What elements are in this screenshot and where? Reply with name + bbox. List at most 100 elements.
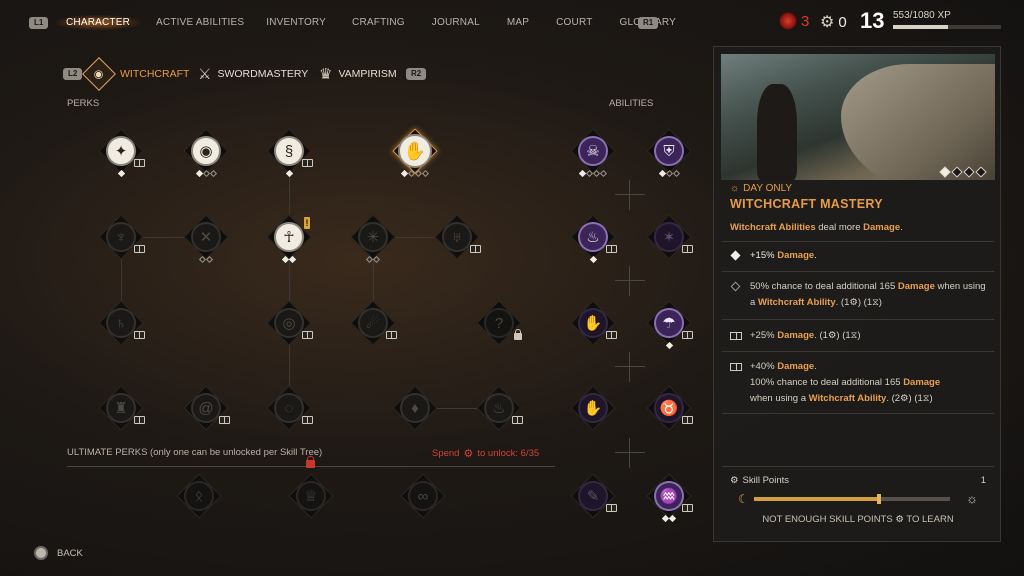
tab-map[interactable]: MAP xyxy=(507,15,529,30)
perk-node[interactable]: ♜ xyxy=(98,385,145,431)
hourglass-marker-icon xyxy=(877,494,882,504)
ability-node[interactable]: ♨ xyxy=(570,214,617,264)
ultimate-perk-node[interactable]: ᛟ xyxy=(176,473,222,519)
abilities-heading: ABILITIES xyxy=(609,98,654,109)
book-icon xyxy=(302,159,313,167)
perk-node[interactable]: ☥ ! xyxy=(266,214,312,264)
perk-node[interactable]: ◎ xyxy=(266,300,313,346)
tab-inventory[interactable]: INVENTORY xyxy=(266,15,326,30)
cross-divider xyxy=(615,180,645,210)
cross-divider xyxy=(615,438,645,468)
claw-icon: ☄ xyxy=(358,308,388,338)
day-only-label: DAY ONLY xyxy=(743,183,793,194)
perk-node[interactable]: ♆ xyxy=(98,214,145,260)
perk-node[interactable]: ✦ xyxy=(98,128,145,178)
skill-point-count: 0 xyxy=(838,13,847,31)
ultimate-perk-node[interactable]: ∞ xyxy=(400,473,446,519)
tree-tab-swordmastery[interactable]: ⚔ SWORDMASTERY xyxy=(198,57,308,91)
lantern-icon: ♜ xyxy=(106,393,136,423)
witchcraft-eye-icon: ◉ xyxy=(82,57,116,91)
ability-node[interactable]: ✋ xyxy=(570,300,617,346)
pager-dot[interactable] xyxy=(939,166,951,178)
ability-node[interactable]: ☠ xyxy=(570,128,616,178)
rank-diamond-icon xyxy=(730,281,741,292)
blood-drop-icon xyxy=(779,12,797,30)
lock-icon xyxy=(306,456,315,468)
book-icon xyxy=(219,416,230,424)
player-level: 13 xyxy=(860,8,885,33)
artwork-pager xyxy=(939,166,987,178)
tree-tab-vampirism[interactable]: ♛ VAMPIRISM xyxy=(319,57,397,91)
blood-counter: 3 xyxy=(779,12,809,30)
tree-tab-witchcraft[interactable]: ◉ WITCHCRAFT xyxy=(82,57,190,91)
tree-tab-label: VAMPIRISM xyxy=(338,68,397,80)
perk-node[interactable]: ♨ xyxy=(476,385,523,431)
perk-node[interactable]: ✕ xyxy=(183,214,229,264)
crossed-tools-icon: ✕ xyxy=(191,222,221,252)
perk-node[interactable]: § xyxy=(266,128,313,178)
book-icon xyxy=(682,416,693,424)
r2-button[interactable]: R2 xyxy=(406,68,427,80)
ultimate-perks-label: ULTIMATE PERKS (only one can be unlocked… xyxy=(67,447,323,458)
tree-tab-label: SWORDMASTERY xyxy=(217,68,309,80)
perk-node[interactable]: ✳ xyxy=(350,214,396,264)
palm-eye-icon: ✋ xyxy=(578,393,608,423)
perk-node[interactable]: ☄ xyxy=(350,300,397,346)
ability-node[interactable]: ✋ xyxy=(570,385,616,431)
tab-journal[interactable]: JOURNAL xyxy=(432,15,480,30)
book-icon xyxy=(302,331,313,339)
back-button[interactable]: BACK xyxy=(34,546,83,560)
skull-cluster-icon: ☠ xyxy=(578,136,608,166)
book-icon xyxy=(470,245,481,253)
book-icon xyxy=(134,331,145,339)
tab-character[interactable]: CHARACTER xyxy=(56,15,141,30)
perk-node[interactable]: ♦ xyxy=(392,385,438,431)
top-bar: L1 CHARACTER ACTIVE ABILITIES INVENTORY … xyxy=(0,0,1024,44)
perk-node-locked[interactable]: ? xyxy=(476,300,522,346)
perk-node[interactable]: ♅ xyxy=(434,214,481,260)
skill-point-counter: ⚙ 0 xyxy=(820,12,847,32)
l1-button[interactable]: L1 xyxy=(29,17,49,29)
pager-dot[interactable] xyxy=(963,166,975,178)
perk-node[interactable]: @ xyxy=(183,385,230,431)
spend-prefix: Spend xyxy=(432,448,460,459)
perk-node[interactable]: ◉ xyxy=(183,128,229,178)
perk-node[interactable]: ◌ xyxy=(266,385,313,431)
r1-button[interactable]: R1 xyxy=(638,17,659,29)
perk-description: Witchcraft Abilities deal more Damage. xyxy=(730,222,903,233)
book-icon xyxy=(682,245,693,253)
tab-court[interactable]: COURT xyxy=(556,15,592,30)
pager-dot[interactable] xyxy=(951,166,963,178)
perk-node-witchcraft-mastery[interactable]: ✋ xyxy=(392,128,438,178)
ability-node[interactable]: ✶ xyxy=(646,214,693,260)
ultimate-perk-node[interactable]: ♕ xyxy=(288,473,334,519)
ability-node[interactable]: ♉ xyxy=(646,385,693,431)
flame-drop-icon: ♦ xyxy=(400,393,430,423)
pager-dot[interactable] xyxy=(975,166,987,178)
book-icon xyxy=(134,245,145,253)
skill-points-row: ⚙ Skill Points 1 xyxy=(730,475,986,486)
book-icon xyxy=(730,332,742,340)
ability-node[interactable]: ☂ xyxy=(646,300,693,350)
l2-button[interactable]: L2 xyxy=(63,68,83,80)
ability-node[interactable]: ⛨ xyxy=(646,128,692,178)
cloaked-figure xyxy=(757,84,797,180)
ability-node[interactable]: ♒ xyxy=(646,473,693,523)
book-icon xyxy=(134,159,145,167)
tree-tab-label: WITCHCRAFT xyxy=(120,68,190,80)
circle-button-icon xyxy=(34,546,48,560)
serpent-coil-icon: ∞ xyxy=(408,481,438,511)
rank-diamond-icon xyxy=(730,250,741,261)
xp-bar-fill xyxy=(893,25,949,29)
rank-3: +25% Damage. (1⚙) (1⧖) xyxy=(730,328,990,346)
ultimate-spend-text: Spend ⚙ to unlock: 6/35 xyxy=(432,447,539,460)
perk-node[interactable]: ♄ xyxy=(98,300,145,346)
tab-active-abilities[interactable]: ACTIVE ABILITIES xyxy=(156,15,244,30)
perk-title: WITCHCRAFT MASTERY xyxy=(730,197,883,211)
book-icon xyxy=(682,504,693,512)
skill-points-label: Skill Points xyxy=(742,475,789,486)
book-icon xyxy=(606,331,617,339)
ability-node[interactable]: ✎ xyxy=(570,473,617,519)
ribcage-icon: ♄ xyxy=(106,308,136,338)
tab-crafting[interactable]: CRAFTING xyxy=(352,15,405,30)
